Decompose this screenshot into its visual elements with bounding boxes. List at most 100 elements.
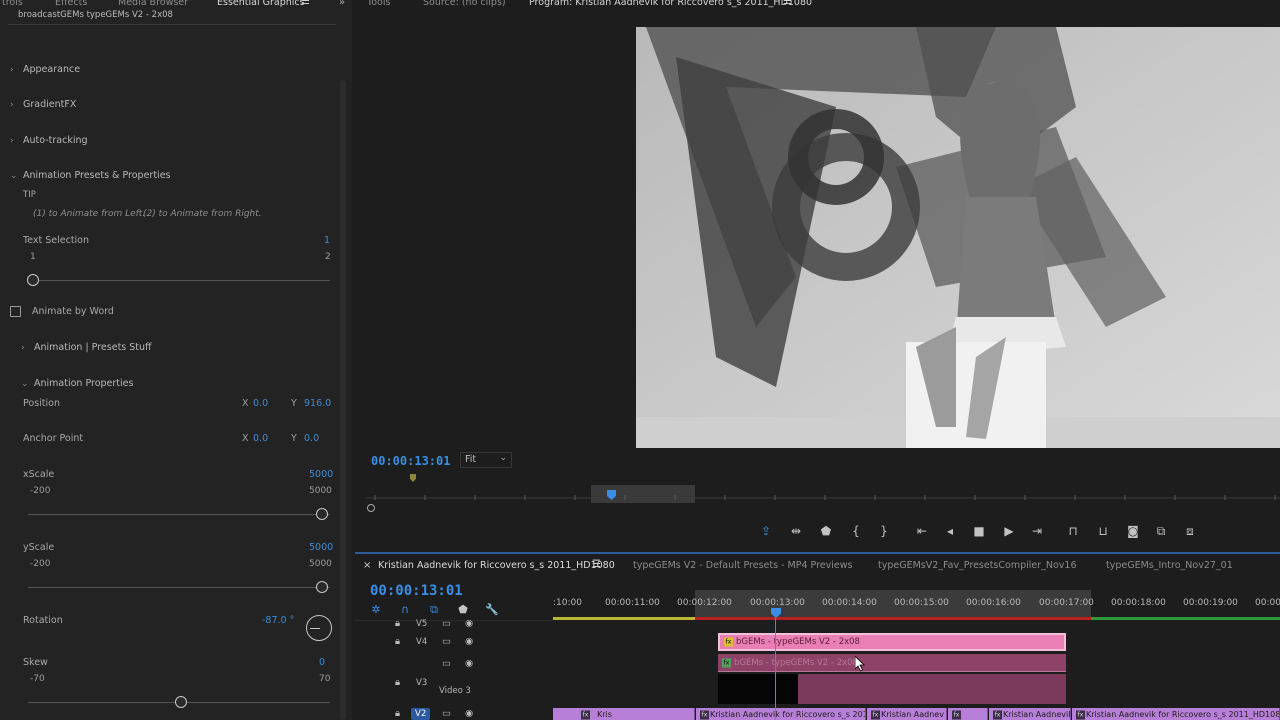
camera-icon[interactable]: ▭ [442, 658, 451, 669]
tab-sequence-mp4[interactable]: typeGEMs V2 - Default Presets - MP4 Prev… [633, 560, 852, 571]
yscale-slider-knob[interactable] [316, 581, 328, 593]
eye-icon[interactable]: ◉ [465, 618, 473, 629]
zoom-handle[interactable] [367, 504, 375, 512]
go-to-in-icon[interactable]: ⇤ [911, 520, 933, 542]
program-video-frame[interactable] [636, 27, 1280, 448]
anchor-x-value[interactable]: 0.0 [253, 433, 268, 444]
timeline-clip-black[interactable] [718, 674, 798, 704]
yscale-value[interactable]: 5000 [309, 542, 333, 553]
section-appearance[interactable]: › Appearance [10, 64, 80, 75]
animate-by-word-checkbox[interactable] [10, 306, 21, 317]
chevron-right-double-icon[interactable]: » [339, 0, 345, 8]
tab-tools[interactable]: Tools [367, 0, 390, 8]
track-label-v2[interactable]: V2 [411, 708, 431, 720]
mark-out-icon[interactable]: } [873, 520, 895, 542]
tab-essential-graphics[interactable]: Essential Graphics [217, 0, 305, 8]
play-icon[interactable]: ▶ [998, 520, 1020, 542]
lock-icon[interactable]: 🔒︎ [395, 618, 400, 629]
skew-slider-knob[interactable] [175, 696, 187, 708]
xscale-max: 5000 [309, 486, 332, 496]
wrench-icon[interactable]: 🔧 [485, 603, 499, 617]
camera-icon[interactable]: ▭ [442, 708, 451, 719]
xscale-value[interactable]: 5000 [309, 469, 333, 480]
divider [8, 24, 336, 25]
timeline-clip-v2[interactable]: fx Kristian Aadnevik for Riccovero s_s 20… [1072, 708, 1280, 720]
text-selection-value[interactable]: 1 [324, 235, 330, 246]
text-selection-slider-track[interactable] [28, 280, 330, 281]
position-x-label: X [242, 398, 249, 409]
position-x-value[interactable]: 0.0 [253, 398, 268, 409]
timeline-clip-v2[interactable]: fx Kristian Aadnevik [989, 708, 1071, 720]
tab-sequence-intro[interactable]: typeGEMs_Intro_Nov27_01 [1106, 560, 1233, 571]
section-animation-properties[interactable]: ⌄ Animation Properties [21, 378, 133, 389]
export-frame-icon[interactable]: ⇪ [755, 520, 777, 542]
timeline-clip-v3-body[interactable] [798, 674, 1066, 704]
tab-program[interactable]: Program: Kristian Aadnevik for Riccovero… [529, 0, 812, 8]
tab-source[interactable]: Source: (no clips) [423, 0, 506, 8]
section-animation-presets-stuff[interactable]: › Animation | Presets Stuff [21, 342, 152, 353]
camera-icon[interactable]: ▭ [442, 618, 451, 629]
yscale-label: yScale [23, 542, 55, 553]
timeline-clip-v2[interactable]: fx Kristian Aadnevik for Riccovero s_s 20… [696, 708, 866, 720]
timeline-panel: × Kristian Aadnevik for Riccovero s_s 20… [355, 552, 1280, 720]
extract-icon[interactable]: ⊔ [1092, 520, 1114, 542]
lock-icon[interactable]: 🔒︎ [395, 708, 400, 719]
snap-icon[interactable]: ∩ [398, 603, 412, 617]
timeline-timecode[interactable]: 00:00:13:01 [370, 583, 463, 599]
eye-icon[interactable]: ◉ [465, 636, 473, 647]
eye-icon[interactable]: ◉ [465, 708, 473, 719]
program-time-ruler[interactable] [365, 488, 1280, 502]
timeline-clip-v3[interactable]: fx bGEMs - typeGEMs V2 - 2x08 [718, 654, 1066, 672]
anchor-y-value[interactable]: 0.0 [304, 433, 319, 444]
add-marker-icon[interactable]: ⬟ [815, 520, 837, 542]
lock-icon[interactable]: 🔒︎ [395, 636, 400, 647]
tab-controls[interactable]: trols [2, 0, 23, 8]
scrollbar[interactable] [340, 80, 346, 720]
timeline-clip-v4[interactable]: fx bGEMs - typeGEMs V2 - 2x08 [718, 633, 1066, 651]
section-auto-tracking[interactable]: › Auto-tracking [10, 135, 88, 146]
marker-icon[interactable] [410, 474, 416, 482]
timeline-clip-v2[interactable]: fx Kristian Aadnev [867, 708, 947, 720]
zoom-fit-select[interactable]: Fit ⌄ [460, 452, 512, 468]
tab-effects[interactable]: Effects [55, 0, 87, 8]
close-icon[interactable]: × [363, 560, 371, 571]
lock-icon[interactable]: 🔒︎ [395, 677, 400, 688]
hamburger-icon[interactable]: ☰ [592, 559, 601, 570]
camera-icon[interactable]: ▭ [442, 636, 451, 647]
timeline-ruler[interactable]: :10:00 00:00:11:00 00:00:12:00 00:00:13:… [553, 590, 1280, 620]
section-animation-presets[interactable]: ⌄ Animation Presets & Properties [10, 170, 170, 181]
anchor-y-label: Y [291, 433, 297, 444]
position-y-value[interactable]: 916.0 [304, 398, 331, 409]
tab-sequence-presets[interactable]: typeGEMsV2_Fav_PresetsCompiler_Nov16 [878, 560, 1077, 571]
nest-icon[interactable]: ✲ [369, 603, 383, 617]
rotation-value[interactable]: -87.0 ° [262, 615, 294, 626]
step-back-icon[interactable]: ◂ [939, 520, 961, 542]
program-timecode[interactable]: 00:00:13:01 [371, 454, 450, 468]
stop-icon[interactable]: ■ [968, 520, 990, 542]
xscale-slider-knob[interactable] [316, 508, 328, 520]
lift-icon[interactable]: ⊓ [1062, 520, 1084, 542]
trim-icon[interactable]: ⇹ [785, 520, 807, 542]
text-selection-slider-knob[interactable] [27, 274, 39, 286]
tab-media-browser[interactable]: Media Browser [118, 0, 188, 8]
step-forward-icon[interactable]: ⇥ [1026, 520, 1048, 542]
xscale-slider-track[interactable] [28, 514, 330, 515]
timeline-clip-v2[interactable]: fx [948, 708, 988, 720]
skew-value[interactable]: 0 [319, 657, 325, 668]
timeline-playhead-line [775, 618, 776, 720]
linked-selection-icon[interactable]: ⧉ [427, 603, 441, 617]
yscale-slider-track[interactable] [28, 587, 330, 588]
ruler-tick: 00:00:15:00 [894, 598, 949, 608]
section-gradientfx[interactable]: › GradientFX [10, 99, 76, 110]
tab-sequence-main[interactable]: Kristian Aadnevik for Riccovero s_s 2011… [378, 560, 615, 571]
eye-icon[interactable]: ◉ [465, 658, 473, 669]
timeline-clip-v2[interactable]: fx Kris [553, 708, 695, 720]
rotation-dial[interactable] [306, 615, 332, 641]
camera-icon[interactable]: ◙ [1122, 520, 1144, 542]
hamburger-icon[interactable]: ☰ [301, 0, 310, 7]
hamburger-icon[interactable]: ☰ [783, 0, 792, 7]
compare-icon[interactable]: ⧉ [1150, 520, 1172, 542]
settings-icon[interactable]: ⧈ [1179, 520, 1201, 542]
add-marker-icon[interactable]: ⬟ [456, 603, 470, 617]
mark-in-icon[interactable]: { [845, 520, 867, 542]
